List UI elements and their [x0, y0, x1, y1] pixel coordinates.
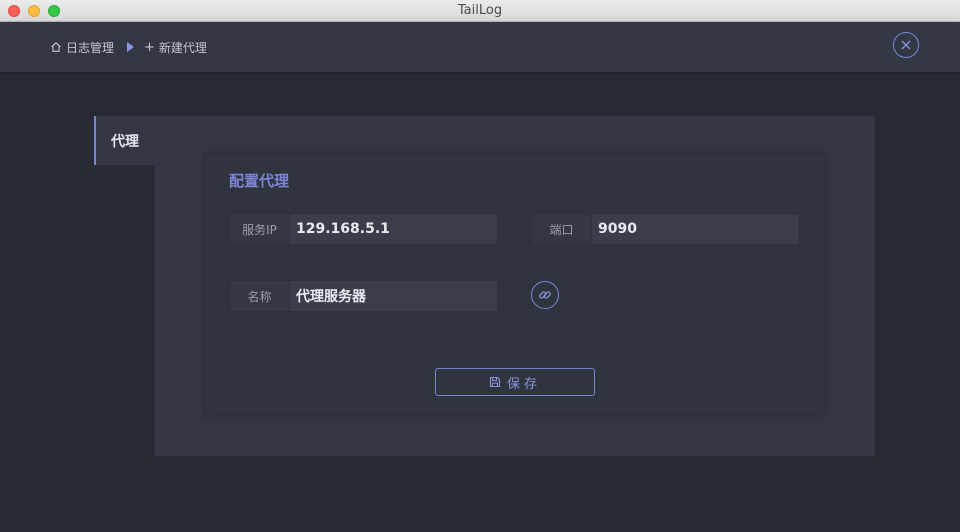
config-card: 配置代理 服务IP 129.168.5.1 端口 9090 名称 代理服务器 保… [205, 154, 825, 415]
service-ip-input[interactable]: 129.168.5.1 [290, 214, 497, 244]
port-field[interactable]: 端口 9090 [531, 213, 800, 245]
close-button[interactable] [893, 32, 919, 58]
app-window: TailLog 日志管理 + 新建代理 代理 配置代理 服务IP 129.168… [0, 0, 960, 532]
caret-right-icon [127, 42, 135, 52]
name-field[interactable]: 名称 代理服务器 [229, 280, 498, 312]
home-icon [51, 42, 61, 52]
name-input[interactable]: 代理服务器 [290, 281, 497, 311]
breadcrumb-current-label: 新建代理 [158, 40, 207, 55]
breadcrumb: 日志管理 + 新建代理 [50, 39, 207, 55]
tab-proxy[interactable]: 代理 [94, 116, 155, 165]
save-button[interactable]: 保存 [435, 368, 595, 396]
link-icon [539, 291, 551, 299]
tab-label: 代理 [111, 133, 139, 150]
header-bar: 日志管理 + 新建代理 [0, 22, 960, 72]
close-icon [901, 40, 911, 50]
save-button-label: 保存 [506, 376, 541, 392]
breadcrumb-home-label[interactable]: 日志管理 [66, 39, 114, 56]
name-label: 名称 [230, 281, 290, 311]
port-input[interactable]: 9090 [592, 214, 799, 244]
service-ip-label: 服务IP [230, 214, 290, 244]
tab-strip-background [94, 165, 155, 456]
link-button[interactable] [531, 281, 559, 309]
service-ip-field[interactable]: 服务IP 129.168.5.1 [229, 213, 498, 245]
port-label: 端口 [532, 214, 592, 244]
plus-icon: + [144, 39, 155, 55]
window-title: TailLog [457, 3, 503, 18]
card-title: 配置代理 [229, 172, 290, 190]
save-icon [489, 376, 501, 388]
title-bar: TailLog [0, 0, 960, 22]
